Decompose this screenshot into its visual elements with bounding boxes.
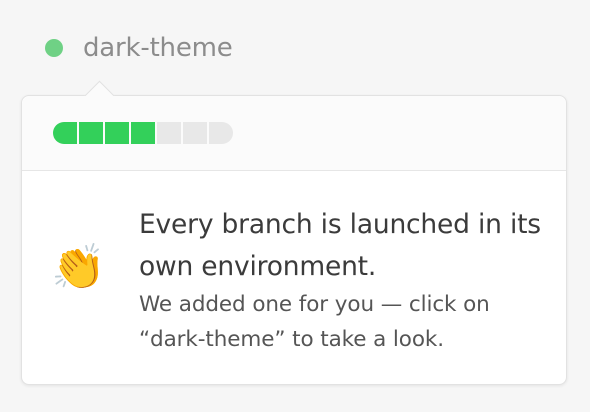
branch-indicator[interactable]: dark-theme xyxy=(45,30,233,66)
progress-segment-complete xyxy=(53,122,77,144)
popover-body: We added one for you — click on “dark-th… xyxy=(139,292,490,352)
progress-segment-complete xyxy=(105,122,129,144)
popover-title: Every branch is launched in its own envi… xyxy=(139,209,541,282)
onboarding-popover: 👏 Every branch is launched in its own en… xyxy=(21,80,567,385)
popover-header xyxy=(22,96,566,171)
progress-bar xyxy=(53,122,233,144)
progress-segment-pending xyxy=(157,122,181,144)
progress-segment-pending xyxy=(183,122,207,144)
progress-segment-complete xyxy=(79,122,103,144)
status-dot-icon xyxy=(45,39,63,57)
progress-segment-complete xyxy=(131,122,155,144)
branch-name[interactable]: dark-theme xyxy=(83,33,233,63)
progress-segment-pending xyxy=(209,122,233,144)
clapping-hands-icon: 👏 xyxy=(51,242,106,293)
